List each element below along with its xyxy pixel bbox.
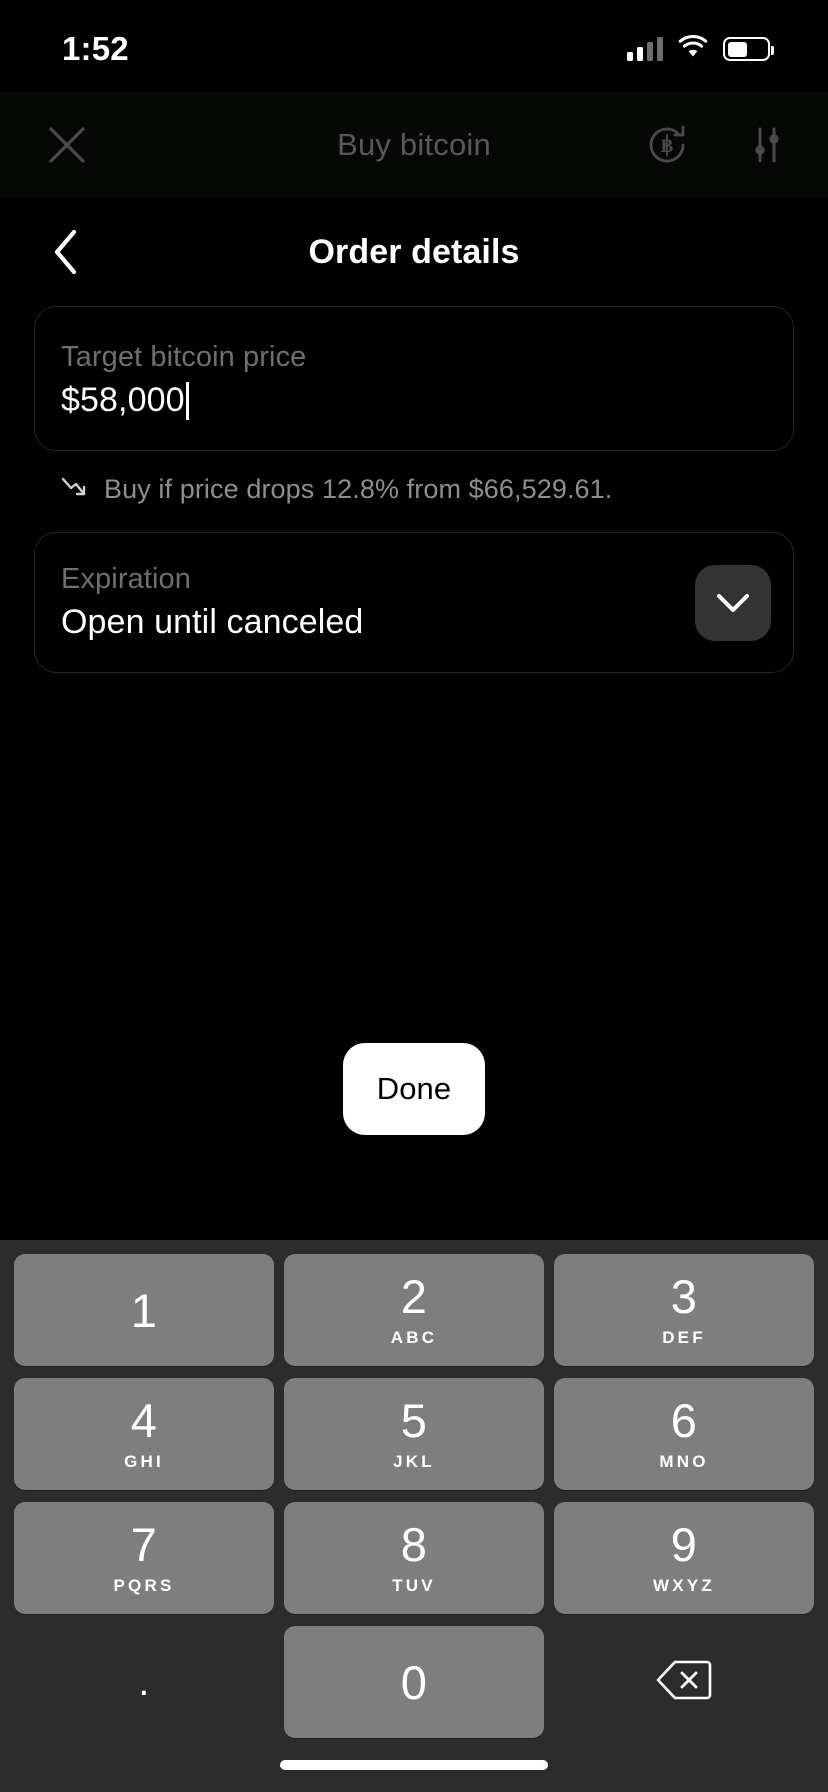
chevron-left-icon[interactable] [34,220,98,284]
key-digit: 6 [670,1393,698,1447]
key-letters: ABC [390,1327,438,1347]
key-6[interactable]: 6 MNO [554,1378,814,1490]
target-price-input[interactable]: $58,000 [61,381,185,420]
key-digit: . [138,1660,150,1704]
key-3[interactable]: 3 DEF [554,1254,814,1366]
keypad-row: 4 GHI 5 JKL 6 MNO [9,1378,819,1490]
key-digit: 7 [130,1517,158,1571]
price-drop-hint-text: Buy if price drops 12.8% from $66,529.61… [104,474,613,504]
done-button-container: Done [0,1043,828,1135]
key-letters: JKL [393,1451,435,1471]
key-digit: 3 [670,1269,698,1323]
key-7[interactable]: 7 PQRS [14,1502,274,1614]
key-9[interactable]: 9 WXYZ [554,1502,814,1614]
sheet-navigation-bar: Order details [0,198,828,306]
key-1[interactable]: 1 [14,1254,274,1366]
arrow-trend-down-icon [60,473,88,506]
wifi-icon [677,34,709,64]
keypad-rows: 1 2 ABC 3 DEF 4 GHI 5 JKL 6 MNO 7 PQRS 8 TUV 9 WXYZ. 0 [9,1254,819,1738]
key-digit: 0 [400,1655,428,1709]
chevron-down-icon[interactable] [695,564,771,641]
expiration-text-group: Expiration Open until canceled [61,563,363,642]
key-digit: 2 [400,1269,428,1323]
key-letters: GHI [124,1451,164,1471]
done-button[interactable]: Done [343,1043,485,1135]
expiration-field[interactable]: Expiration Open until canceled [34,532,794,673]
price-drop-hint: Buy if price drops 12.8% from $66,529.61… [34,451,794,506]
status-bar-time: 1:52 [62,30,129,67]
target-price-label: Target bitcoin price [61,341,307,373]
expiration-value: Open until canceled [61,603,364,641]
key-letters: MNO [659,1451,709,1471]
expiration-label: Expiration [61,563,191,595]
key-0[interactable]: 0 [284,1626,544,1738]
key-period[interactable]: . [14,1626,274,1738]
home-indicator-bar [280,1760,548,1770]
key-8[interactable]: 8 TUV [284,1502,544,1614]
target-price-field[interactable]: Target bitcoin price $58,000 [34,306,794,451]
key-2[interactable]: 2 ABC [284,1254,544,1366]
key-5[interactable]: 5 JKL [284,1378,544,1490]
keypad-row: 7 PQRS 8 TUV 9 WXYZ [9,1502,819,1614]
key-4[interactable]: 4 GHI [14,1378,274,1490]
key-letters: PQRS [113,1575,175,1595]
status-bar-indicators [627,34,774,64]
key-digit: 1 [130,1283,158,1337]
backspace-icon [655,1658,713,1707]
keypad-row: 1 2 ABC 3 DEF [9,1254,819,1366]
page-title: Order details [308,232,520,271]
battery-icon [723,37,774,61]
close-x-icon[interactable] [36,114,98,176]
key-letters: WXYZ [653,1575,715,1595]
key-letters: DEF [662,1327,706,1347]
key-digit: 8 [400,1517,428,1571]
key-digit: 5 [400,1393,428,1447]
cellular-bars-icon [627,37,663,61]
key-digit: 9 [670,1517,698,1571]
key-digit: 4 [130,1393,158,1447]
target-price-value-row: $58,000 [61,381,767,420]
order-form: Target bitcoin price $58,000 Buy if pric… [0,306,828,673]
sliders-icon[interactable] [740,118,794,172]
key-letters: TUV [392,1575,436,1595]
text-cursor [185,381,189,420]
bitcoin-refresh-icon[interactable]: B [640,118,694,172]
numeric-keypad: 1 2 ABC 3 DEF 4 GHI 5 JKL 6 MNO 7 PQRS 8 TUV 9 WXYZ. 0 [0,1240,828,1792]
status-bar: 1:52 [0,0,828,92]
background-header: Buy bitcoin B [0,92,828,198]
keypad-row: .0 [9,1626,819,1738]
key-backspace[interactable] [554,1626,814,1738]
background-header-actions: B [640,118,794,172]
